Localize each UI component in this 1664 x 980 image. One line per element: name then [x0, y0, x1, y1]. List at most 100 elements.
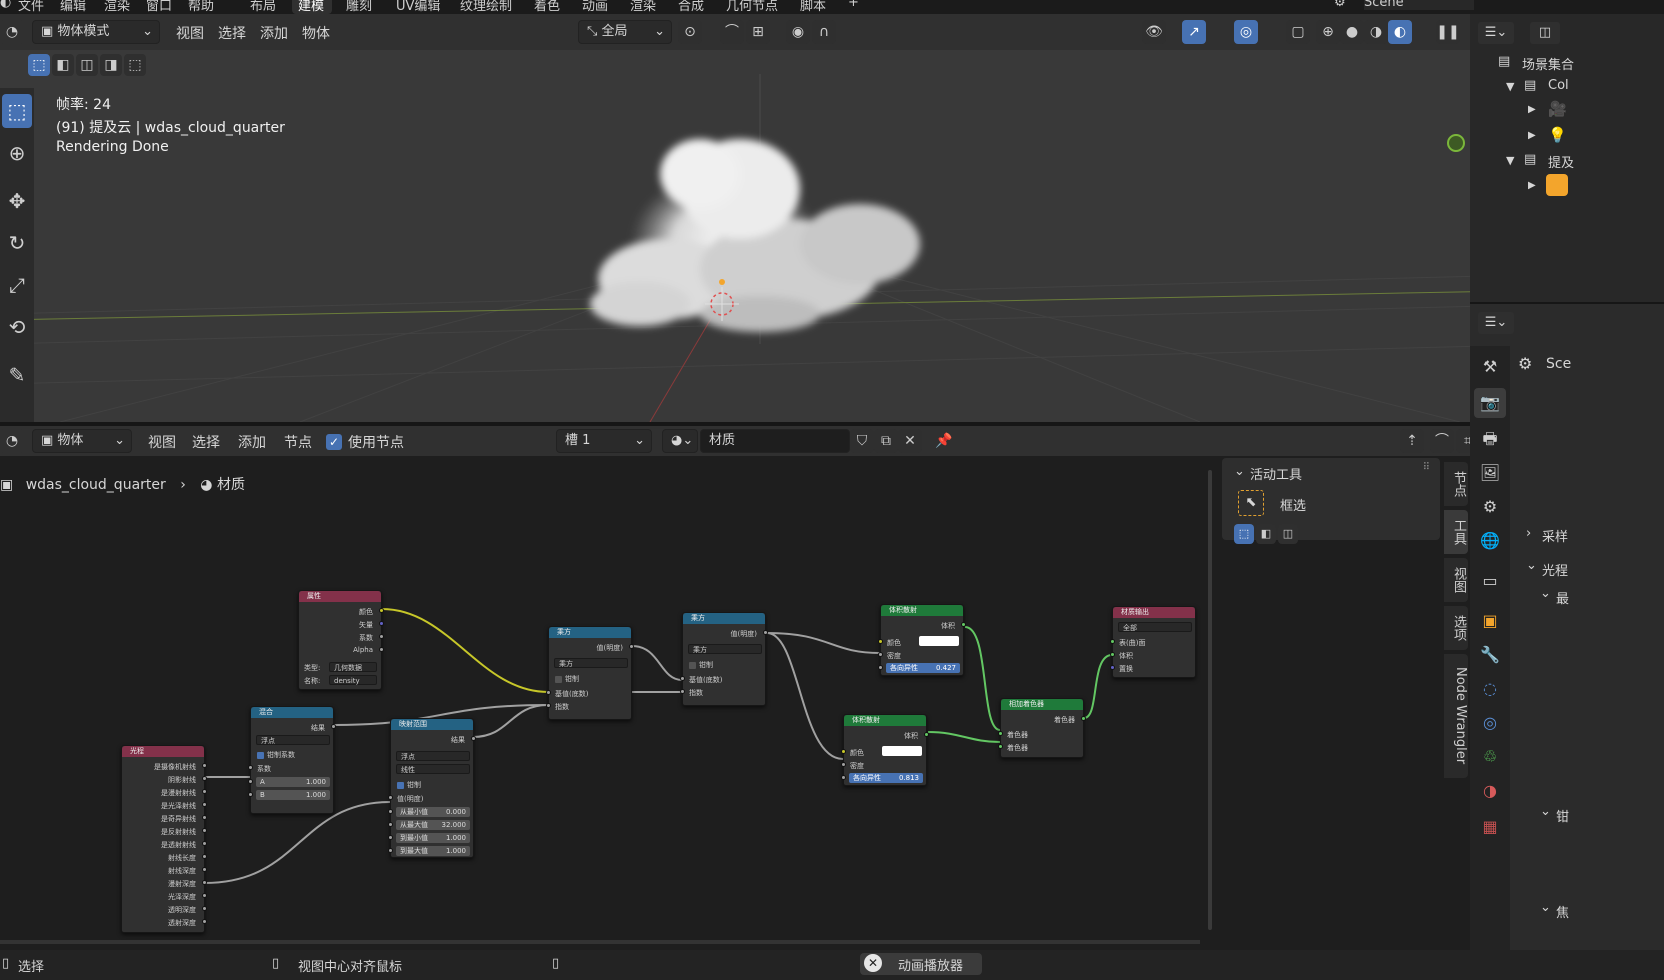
socket[interactable] — [202, 802, 207, 807]
node-material-output[interactable]: 材质输出 全部 表(曲)面 体积 置换 — [1110, 606, 1196, 678]
from-max-field[interactable]: 从最大值 32.000 — [396, 820, 470, 830]
clamp-checkbox[interactable]: 钳制 — [689, 660, 713, 670]
menu-add[interactable]: 添加 — [238, 432, 266, 452]
pin-icon[interactable]: 📌 — [932, 429, 956, 453]
breadcrumb-object[interactable]: wdas_cloud_quarter — [26, 477, 166, 493]
socket-volume[interactable] — [1110, 652, 1115, 657]
move-tool-icon[interactable]: ✥ — [2, 184, 32, 218]
socket-exponent[interactable] — [546, 703, 551, 708]
unlink-close-icon[interactable]: ✕ — [898, 429, 922, 453]
socket-vector[interactable] — [379, 621, 384, 626]
input-b-field[interactable]: B 1.000 — [256, 790, 330, 800]
menu-edit[interactable]: 编辑 — [60, 0, 86, 14]
output-target-dropdown[interactable]: 全部 — [1118, 622, 1192, 632]
color-swatch[interactable] — [919, 636, 959, 646]
tab-view[interactable]: 视图 — [1444, 558, 1468, 602]
chevron-down-icon[interactable]: ⌄ — [1540, 804, 1551, 819]
solid-shading-icon[interactable]: ● — [1340, 20, 1364, 44]
transform-tool-icon[interactable]: ⟲ — [2, 310, 32, 344]
to-min-field[interactable]: 到最小值 1.000 — [396, 833, 470, 843]
anisotropy-field[interactable]: 各向异性 0.427 — [886, 663, 960, 673]
expand-arrow-icon[interactable]: ▼ — [1506, 154, 1514, 167]
socket-result[interactable] — [471, 736, 476, 741]
socket-color[interactable] — [841, 749, 846, 754]
socket-value[interactable] — [763, 630, 768, 635]
socket-anisotropy[interactable] — [841, 775, 846, 780]
socket[interactable] — [202, 919, 207, 924]
socket-shader-2[interactable] — [998, 744, 1003, 749]
workspace-scripting[interactable]: 脚本 — [800, 0, 826, 14]
socket[interactable] — [388, 848, 393, 853]
workspace-compositing[interactable]: 合成 — [678, 0, 704, 14]
workspace-animation[interactable]: 动画 — [582, 0, 608, 14]
socket-surface[interactable] — [1110, 639, 1115, 644]
gizmo-toggle-icon[interactable]: ↗ — [1182, 20, 1206, 44]
section-caustics[interactable]: 焦 — [1556, 902, 1569, 921]
socket-value[interactable] — [629, 644, 634, 649]
socket-exponent[interactable] — [680, 689, 685, 694]
socket[interactable] — [202, 854, 207, 859]
scene-tab-icon[interactable]: ⚙ — [1474, 492, 1506, 522]
world-tab-icon[interactable]: 🌐 — [1474, 526, 1506, 556]
menu-window[interactable]: 窗口 — [146, 0, 172, 14]
menu-file[interactable]: 文件 — [18, 0, 44, 14]
operation-dropdown[interactable]: 乘方 — [688, 644, 762, 654]
node-editor-h-scrollbar[interactable] — [0, 940, 1200, 944]
collection-label[interactable]: 提及 — [1548, 152, 1574, 171]
duplicate-material-icon[interactable]: ⧉ — [874, 429, 898, 453]
node-add-shader[interactable]: 相加着色器 着色器 着色器 着色器 — [998, 698, 1086, 758]
section-max-bounces[interactable]: 最 — [1556, 588, 1569, 607]
input-a-field[interactable]: A 1.000 — [256, 777, 330, 787]
filter-icon[interactable]: ◫ — [1530, 22, 1560, 44]
pivot-icon[interactable]: ⊙ — [678, 20, 702, 44]
material-tab-icon[interactable]: ◑ — [1474, 776, 1506, 806]
socket[interactable] — [202, 789, 207, 794]
particles-tab-icon[interactable]: ◌ — [1474, 674, 1506, 704]
fake-user-shield-icon[interactable]: ⛉ — [850, 429, 874, 453]
workspace-texture-paint[interactable]: 纹理绘制 — [460, 0, 512, 14]
chevron-down-icon[interactable]: ⌄ — [1526, 558, 1537, 573]
menu-add[interactable]: 添加 — [260, 23, 288, 43]
socket[interactable] — [202, 815, 207, 820]
3d-viewport[interactable] — [0, 14, 1562, 422]
annotate-tool-icon[interactable]: ✎ — [2, 358, 32, 392]
overlay-toggle-icon[interactable]: ◎ — [1234, 20, 1258, 44]
properties-type-icon[interactable]: ☰⌄ — [1478, 312, 1514, 334]
collection-tab-icon[interactable]: ▭ — [1474, 566, 1506, 596]
socket[interactable] — [388, 809, 393, 814]
box-select-tool-icon[interactable]: ⬉ — [1238, 490, 1264, 516]
menu-node[interactable]: 节点 — [284, 432, 312, 452]
clamp-factor-checkbox[interactable]: 钳制系数 — [257, 750, 295, 760]
mode-dropdown[interactable]: ▣ 物体模式 ⌄ — [32, 20, 160, 44]
section-clamping[interactable]: 钳 — [1556, 806, 1569, 825]
scale-tool-icon[interactable]: ⤢ — [2, 268, 32, 302]
snap-target-icon[interactable]: ⊞ — [746, 20, 770, 44]
socket-base[interactable] — [546, 690, 551, 695]
socket-result[interactable] — [331, 724, 336, 729]
workspace-rendering[interactable]: 渲染 — [630, 0, 656, 14]
cancel-icon[interactable]: ✕ — [864, 954, 882, 972]
xray-icon[interactable]: ▢ — [1286, 20, 1310, 44]
socket[interactable] — [202, 763, 207, 768]
clamp-checkbox[interactable]: 钳制 — [397, 780, 421, 790]
color-swatch[interactable] — [882, 746, 922, 756]
editor-type-icon[interactable]: ◔ — [0, 20, 24, 44]
menu-render[interactable]: 渲染 — [104, 0, 130, 14]
chevron-right-icon[interactable]: › — [1526, 526, 1531, 541]
select-invert-icon[interactable]: ◨ — [100, 54, 122, 76]
anisotropy-field[interactable]: 各向异性 0.813 — [849, 773, 923, 783]
select-extend-icon[interactable]: ◧ — [1256, 524, 1276, 544]
select-extend-icon[interactable]: ◧ — [52, 54, 74, 76]
gizmo-neg-y-axis[interactable] — [1447, 134, 1465, 152]
node-map-range[interactable]: 映射范围 结果 浮点 线性 钳制 值(明度) 从最小值 0.000 从最大值 32.… — [388, 718, 476, 858]
socket-shader-1[interactable] — [998, 731, 1003, 736]
select-box-tool-icon[interactable]: ⬚ — [2, 94, 32, 128]
expand-arrow-icon[interactable]: ▶ — [1528, 104, 1536, 115]
node-power-1[interactable]: 乘方 值(明度) 乘方 钳制 基值(底数) 指数 — [546, 626, 634, 720]
tab-node[interactable]: 节点 — [1444, 462, 1468, 506]
expand-arrow-icon[interactable]: ▶ — [1528, 130, 1536, 141]
interpolation-dropdown[interactable]: 线性 — [396, 764, 470, 774]
node-volume-scatter-2[interactable]: 体积散射 体积 颜色 密度 各向异性 0.813 — [841, 714, 929, 786]
expand-arrow-icon[interactable]: ▶ — [1528, 180, 1536, 191]
breadcrumb-material[interactable]: 材质 — [217, 477, 245, 493]
